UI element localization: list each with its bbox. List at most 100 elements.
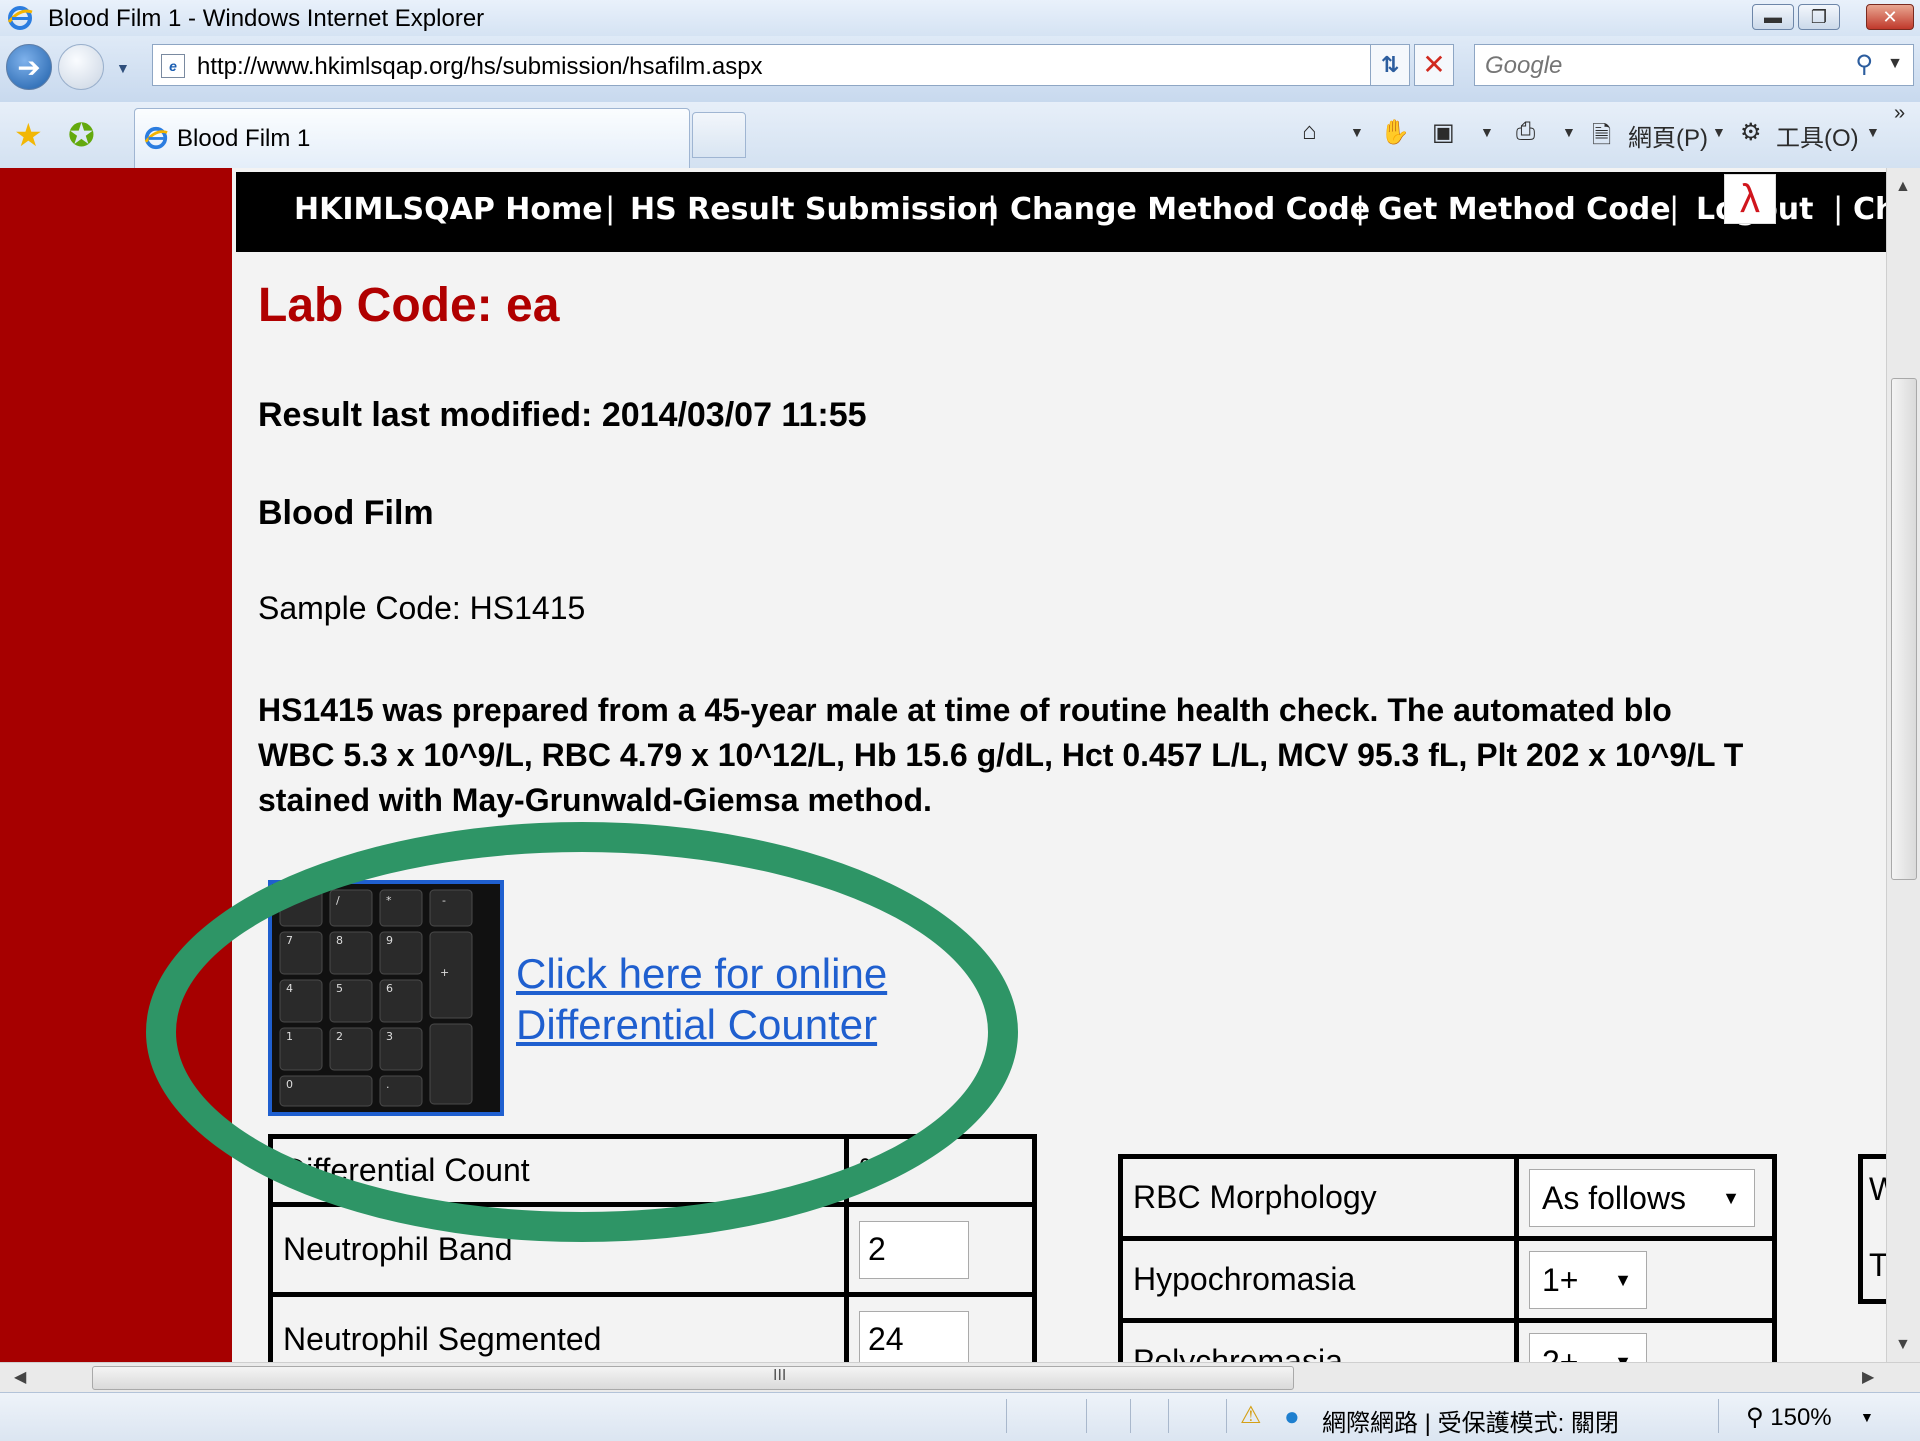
home-icon[interactable]: ⌂ — [1302, 118, 1317, 146]
scroll-left-icon[interactable]: ◀ — [14, 1367, 26, 1387]
left-sidebar — [0, 168, 232, 1362]
polychromasia-select[interactable]: 2+ ▼ — [1529, 1332, 1647, 1363]
zoom-level[interactable]: ⚲ 150% — [1746, 1403, 1832, 1432]
horizontal-scroll-thumb[interactable]: III — [92, 1366, 1294, 1390]
result-last-modified: Result last modified: 2014/03/07 11:55 — [258, 396, 867, 434]
select-value: As follows — [1542, 1179, 1687, 1216]
link-line[interactable]: Click here for online — [516, 948, 887, 999]
table-row: Polychromasia 2+ ▼ — [1118, 1318, 1777, 1363]
status-bar: ⚠ ● 網際網路 | 受保護模式: 關閉 ⚲ 150% ▼ — [0, 1392, 1920, 1441]
gear-icon: ⚙ — [1740, 119, 1762, 146]
print-icon[interactable]: ⎙ — [1516, 118, 1535, 146]
neutrophil-band-input[interactable] — [859, 1220, 969, 1279]
home-dropdown-icon[interactable]: ▼ — [1350, 124, 1364, 140]
search-icon[interactable]: ⚲ — [1855, 50, 1873, 79]
address-toolbar: ➔ ▼ e http://www.hkimlsqap.org/hs/submis… — [0, 36, 1920, 102]
pdf-icon[interactable]: λ — [1724, 174, 1776, 224]
differential-count-table: Differential Count % Neutrophil Band Neu… — [268, 1134, 1037, 1362]
scroll-up-icon[interactable]: ▲ — [1895, 178, 1911, 196]
add-favorite-icon[interactable]: ✪ — [68, 116, 95, 154]
link-line[interactable]: Differential Counter — [516, 999, 887, 1050]
value-cell — [844, 1202, 1037, 1297]
print-dropdown-icon[interactable]: ▼ — [1562, 124, 1576, 140]
svg-text:5: 5 — [336, 982, 343, 995]
protected-mode-warning-icon[interactable]: ⚠ — [1240, 1401, 1262, 1430]
table-row: Neutrophil Band — [268, 1202, 1037, 1297]
neutrophil-segmented-input[interactable] — [859, 1310, 969, 1362]
refresh-icon: ⇅ — [1380, 52, 1400, 77]
page-menu[interactable]: 網頁(P) — [1628, 118, 1708, 153]
scroll-right-icon[interactable]: ▶ — [1862, 1367, 1874, 1387]
horizontal-scrollbar[interactable]: ◀ III ▶ — [0, 1362, 1920, 1393]
url-text[interactable]: http://www.hkimlsqap.org/hs/submission/h… — [197, 53, 763, 81]
recent-pages-dropdown-icon[interactable]: ▼ — [116, 60, 130, 76]
table-row: Neutrophil Segmented — [268, 1292, 1037, 1362]
security-zone-text[interactable]: 網際網路 | 受保護模式: 關閉 — [1322, 1403, 1619, 1438]
tab-label: Blood Film 1 — [177, 125, 311, 152]
forward-button[interactable] — [58, 44, 104, 90]
feeds-dropdown-icon[interactable]: ▼ — [1480, 124, 1494, 140]
restore-icon: ❐ — [1810, 6, 1828, 27]
nav-change-method-link[interactable]: Change Method Code — [1010, 192, 1370, 227]
svg-text:0: 0 — [286, 1078, 293, 1091]
table-header-row: Differential Count % — [268, 1134, 1037, 1207]
svg-text:-: - — [442, 894, 446, 907]
svg-text:+: + — [440, 966, 449, 979]
select-value: 1+ — [1542, 1261, 1579, 1298]
keypad-image[interactable]: 7 8 9 + 4 5 6 1 2 3 0. / * - — [268, 880, 504, 1116]
tab-blood-film[interactable]: Blood Film 1 — [134, 108, 690, 168]
nav-home-link[interactable]: HKIMLSQAP Home — [294, 192, 603, 227]
stop-button[interactable]: ✕ — [1414, 44, 1454, 86]
zoom-dropdown-icon[interactable]: ▼ — [1860, 1409, 1874, 1425]
chevron-down-icon: ▼ — [1614, 1351, 1632, 1363]
svg-text:/: / — [336, 894, 340, 907]
case-description: HS1415 was prepared from a 45-year male … — [258, 688, 1886, 823]
tools-menu-dropdown-icon[interactable]: ▼ — [1866, 124, 1880, 140]
svg-text:.: . — [386, 1078, 390, 1091]
hypochromasia-select[interactable]: 1+ ▼ — [1529, 1250, 1647, 1309]
minimize-button[interactable]: ▬ — [1752, 4, 1794, 30]
online-differential-counter-link[interactable]: Click here for online Differential Count… — [516, 948, 887, 1050]
close-icon: ✕ — [1882, 6, 1898, 27]
table-row: RBC Morphology As follows ▼ — [1118, 1154, 1777, 1241]
nav-get-method-link[interactable]: Get Method Code — [1378, 192, 1671, 227]
feeds-icon[interactable]: ▣ — [1432, 118, 1455, 147]
value-cell: 1+ ▼ — [1514, 1236, 1777, 1323]
search-box[interactable]: ⚲ ▼ — [1474, 44, 1914, 86]
row-label: Hypochromasia — [1118, 1236, 1519, 1323]
hand-icon[interactable]: ✋ — [1380, 118, 1410, 147]
restore-button[interactable]: ❐ — [1798, 4, 1840, 30]
search-input[interactable] — [1483, 49, 1827, 83]
scroll-down-icon[interactable]: ▼ — [1895, 1336, 1911, 1354]
zoom-icon: ⚲ — [1746, 1404, 1771, 1431]
chevron-down-icon: ▼ — [1722, 1187, 1740, 1208]
vertical-scrollbar[interactable]: ▲ ▼ — [1886, 168, 1920, 1362]
svg-text:2: 2 — [336, 1030, 343, 1043]
table-header-cell: Differential Count — [268, 1134, 849, 1207]
page-menu-dropdown-icon[interactable]: ▼ — [1712, 124, 1726, 140]
refresh-button[interactable]: ⇅ — [1370, 44, 1410, 86]
rbc-morphology-table: RBC Morphology As follows ▼ Hypochromasi… — [1118, 1154, 1777, 1362]
nav-truncated-link[interactable]: Ch — [1853, 192, 1886, 227]
forward-arrow-icon — [59, 45, 103, 89]
favorites-star-icon[interactable]: ★ — [14, 116, 43, 154]
minimize-icon: ▬ — [1764, 6, 1782, 27]
vertical-scroll-thumb[interactable] — [1891, 378, 1917, 880]
scroll-grip-icon: III — [773, 1367, 787, 1384]
close-window-button[interactable]: ✕ — [1866, 4, 1914, 30]
toolbar-overflow-icon[interactable]: » — [1894, 102, 1905, 125]
svg-text:9: 9 — [386, 934, 393, 947]
address-bar[interactable]: e http://www.hkimlsqap.org/hs/submission… — [152, 44, 1394, 86]
value-cell: As follows ▼ — [1514, 1154, 1777, 1241]
search-dropdown-icon[interactable]: ▼ — [1887, 55, 1903, 73]
page-icon: e — [161, 54, 185, 78]
status-divider — [1168, 1399, 1169, 1433]
tools-menu[interactable]: 工具(O) — [1776, 118, 1859, 153]
new-tab-button[interactable] — [692, 112, 746, 158]
svg-text:4: 4 — [286, 982, 293, 995]
nav-separator: | — [1670, 190, 1679, 226]
lab-code-heading: Lab Code: ea — [258, 279, 560, 332]
nav-result-submission-link[interactable]: HS Result Submission — [630, 192, 999, 227]
back-button[interactable]: ➔ — [6, 44, 52, 90]
rbc-morphology-select[interactable]: As follows ▼ — [1529, 1168, 1755, 1227]
